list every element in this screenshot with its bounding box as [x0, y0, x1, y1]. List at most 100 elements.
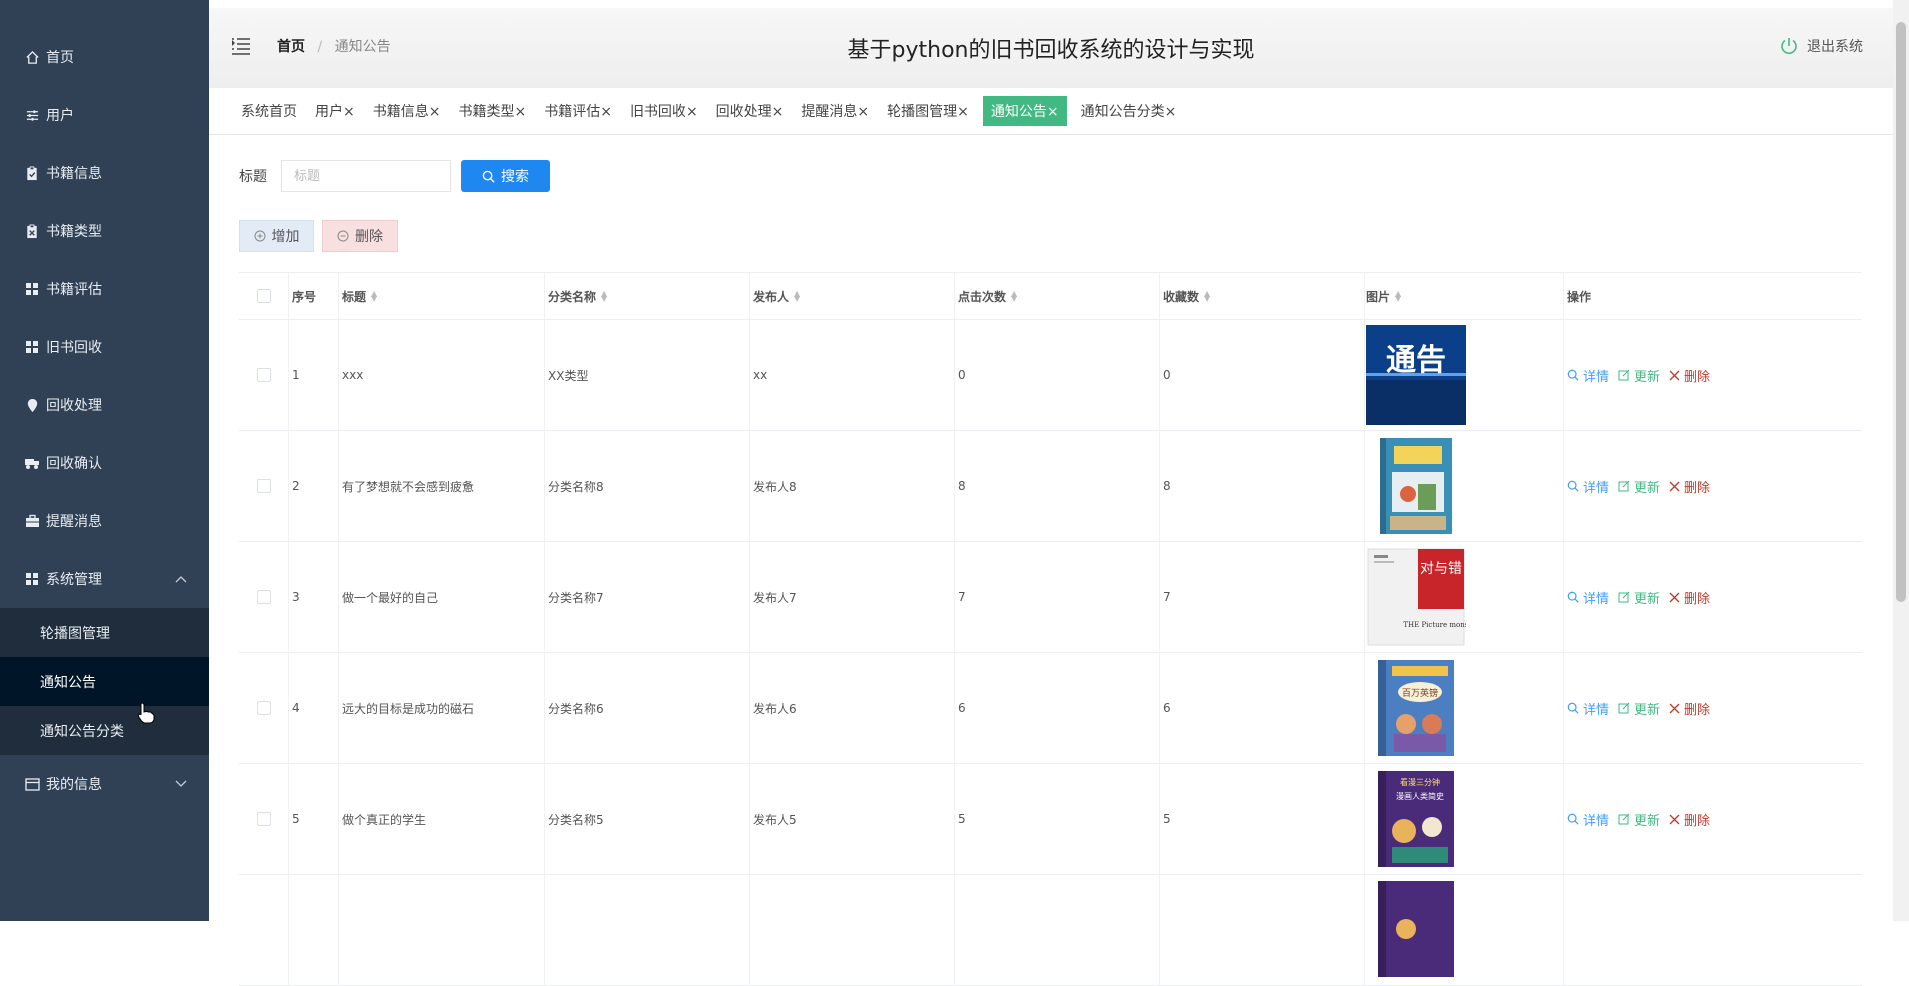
update-button[interactable]: 更新 [1618, 699, 1660, 718]
sidebar-subitem-carousel[interactable]: 轮播图管理 [0, 608, 209, 657]
header-select-all[interactable] [239, 273, 289, 319]
close-icon[interactable]: × [957, 104, 969, 120]
notice-thumbnail-text: 通告 [1386, 343, 1446, 378]
sort-icon[interactable]: ▲▼ [1204, 291, 1210, 301]
close-icon[interactable]: × [857, 104, 869, 120]
minus-circle-icon [337, 230, 349, 242]
tab-book-eval[interactable]: 书籍评估× [540, 97, 616, 125]
close-icon[interactable]: × [514, 104, 526, 120]
cell-operations: 详情 更新 删除 [1564, 431, 1862, 541]
table-row: 5 做个真正的学生 分类名称5 发布人5 5 5 看漫三分钟 漫画人类简史 详情 [239, 764, 1862, 875]
sidebar-item-book-eval[interactable]: 书籍评估 [0, 260, 209, 318]
detail-button[interactable]: 详情 [1567, 810, 1609, 829]
tab-users[interactable]: 用户× [311, 97, 359, 125]
tab-book-info[interactable]: 书籍信息× [369, 97, 445, 125]
update-button[interactable]: 更新 [1618, 588, 1660, 607]
sort-icon[interactable]: ▲▼ [601, 291, 607, 301]
logout-button[interactable]: 退出系统 [1779, 36, 1863, 56]
sidebar-item-book-info[interactable]: 书籍信息 [0, 144, 209, 202]
row-checkbox[interactable] [257, 812, 271, 826]
column-header[interactable]: 分类名称▲▼ [545, 273, 750, 319]
sidebar-item-book-type[interactable]: 书籍类型 [0, 202, 209, 260]
book-cover-thumbnail[interactable] [1366, 879, 1466, 979]
sidebar-item-recycle-process[interactable]: 回收处理 [0, 376, 209, 434]
sidebar-item-home[interactable]: 首页 [0, 28, 209, 86]
row-checkbox[interactable] [257, 701, 271, 715]
delete-button[interactable]: 删除 [1669, 366, 1710, 385]
tab-notice[interactable]: 通知公告× [983, 96, 1067, 126]
search-button[interactable]: 搜索 [461, 160, 550, 192]
sidebar-subitem-notice-category[interactable]: 通知公告分类 [0, 706, 209, 755]
column-header[interactable]: 收藏数▲▼ [1160, 273, 1365, 319]
sidebar-item-system[interactable]: 系统管理 [0, 550, 209, 608]
tab-book-type[interactable]: 书籍类型× [454, 97, 530, 125]
detail-button[interactable]: 详情 [1567, 588, 1609, 607]
update-button[interactable]: 更新 [1618, 810, 1660, 829]
sidebar-item-reminder[interactable]: 提醒消息 [0, 492, 209, 550]
table-row: 1 xxx XX类型 xx 0 0 通告 详情 更新 删除 [239, 320, 1862, 431]
search-icon [1567, 369, 1579, 381]
column-header[interactable]: 发布人 ▲▼ [750, 273, 955, 319]
sidebar-item-recycle[interactable]: 旧书回收 [0, 318, 209, 376]
close-icon[interactable]: × [1047, 104, 1059, 120]
cell-title: 做个真正的学生 [339, 764, 545, 874]
search-input[interactable] [281, 160, 451, 192]
sort-icon[interactable]: ▲▼ [371, 291, 377, 301]
tab-label: 用户 [315, 104, 343, 120]
row-checkbox[interactable] [257, 368, 271, 382]
sort-icon[interactable]: ▲▼ [1395, 291, 1401, 301]
clipboard-icon [24, 223, 40, 239]
column-header[interactable]: 图片▲▼ [1365, 273, 1564, 319]
close-icon[interactable]: × [772, 104, 784, 120]
add-button[interactable]: 增加 [239, 220, 314, 252]
tab-notice-category[interactable]: 通知公告分类× [1077, 97, 1181, 125]
sidebar-item-my-info[interactable]: 我的信息 [0, 755, 209, 813]
cell-category: 分类名称6 [545, 653, 750, 763]
sidebar-item-users[interactable]: 用户 [0, 86, 209, 144]
close-icon[interactable]: × [686, 104, 698, 120]
batch-delete-button[interactable]: 删除 [322, 220, 398, 252]
select-all-checkbox[interactable] [257, 289, 271, 303]
tab-recycle-process[interactable]: 回收处理× [712, 97, 788, 125]
tab-carousel[interactable]: 轮播图管理× [883, 97, 973, 125]
close-icon[interactable]: × [1165, 104, 1177, 120]
column-header[interactable]: 标题▲▼ [339, 273, 545, 319]
book-cover-thumbnail[interactable] [1366, 436, 1466, 536]
sort-icon[interactable]: ▲▼ [794, 291, 800, 301]
row-checkbox[interactable] [257, 479, 271, 493]
delete-button[interactable]: 删除 [1669, 699, 1710, 718]
detail-button[interactable]: 详情 [1567, 477, 1609, 496]
tractor-icon [24, 455, 40, 471]
delete-button[interactable]: 删除 [1669, 810, 1710, 829]
tab-recycle[interactable]: 旧书回收× [626, 97, 702, 125]
tab-home[interactable]: 系统首页 [237, 97, 301, 125]
column-label: 发布人 [753, 288, 789, 305]
delete-button[interactable]: 删除 [1669, 477, 1710, 496]
close-icon[interactable]: × [429, 104, 441, 120]
update-label: 更新 [1634, 366, 1660, 385]
tab-label: 回收处理 [716, 104, 772, 120]
sidebar-subitem-notice[interactable]: 通知公告 [0, 657, 209, 706]
close-icon[interactable]: × [600, 104, 612, 120]
close-icon[interactable]: × [343, 104, 355, 120]
book-cover-thumbnail[interactable]: 百万英镑 [1366, 658, 1466, 758]
scrollbar-thumb[interactable] [1896, 22, 1906, 602]
row-checkbox[interactable] [257, 590, 271, 604]
column-header[interactable]: 点击次数▲▼ [955, 273, 1160, 319]
update-button[interactable]: 更新 [1618, 477, 1660, 496]
cell-category [545, 875, 750, 985]
book-cover-thumbnail[interactable]: 对与错 THE Picture monster [1366, 547, 1466, 647]
delete-button[interactable]: 删除 [1669, 588, 1710, 607]
sidebar-item-recycle-confirm[interactable]: 回收确认 [0, 434, 209, 492]
tab-reminder[interactable]: 提醒消息× [797, 97, 873, 125]
cell-category: 分类名称7 [545, 542, 750, 652]
book-cover-thumbnail[interactable]: 看漫三分钟 漫画人类简史 [1366, 769, 1466, 869]
detail-button[interactable]: 详情 [1567, 366, 1609, 385]
notice-thumbnail[interactable]: 通告 [1366, 325, 1466, 425]
detail-label: 详情 [1583, 810, 1609, 829]
update-button[interactable]: 更新 [1618, 366, 1660, 385]
chevron-up-icon [175, 571, 187, 587]
detail-button[interactable]: 详情 [1567, 699, 1609, 718]
page-scrollbar[interactable] [1893, 0, 1909, 921]
sort-icon[interactable]: ▲▼ [1011, 291, 1017, 301]
